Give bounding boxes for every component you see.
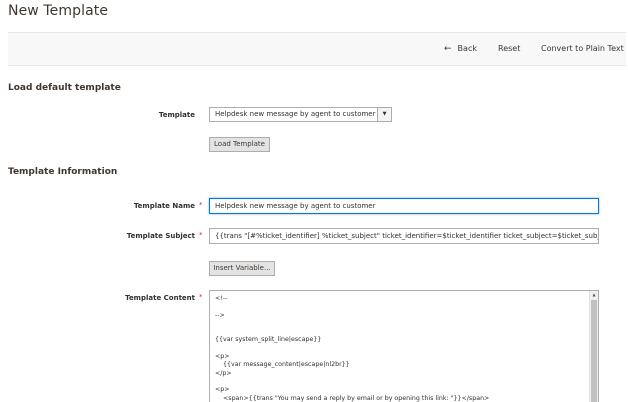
back-button-label: Back bbox=[457, 44, 477, 53]
convert-to-plain-text-button[interactable]: Convert to Plain Text bbox=[541, 44, 624, 53]
insert-variable-button[interactable]: Insert Variable... bbox=[209, 261, 275, 276]
template-select-value: Helpdesk new message by agent to custome… bbox=[215, 110, 376, 118]
back-button[interactable]: ← Back bbox=[444, 44, 477, 54]
reset-button[interactable]: Reset bbox=[498, 44, 520, 53]
template-content-textarea[interactable]: <!-- --> {{var system_split_line|escape}… bbox=[209, 290, 599, 402]
caret-down-icon: ▼ bbox=[377, 108, 391, 121]
required-marker: * bbox=[199, 293, 203, 301]
template-subject-label: Template Subject bbox=[126, 232, 195, 240]
template-label: Template bbox=[158, 111, 195, 119]
template-select[interactable]: Helpdesk new message by agent to custome… bbox=[209, 107, 392, 122]
template-content-label: Template Content bbox=[125, 294, 195, 302]
template-name-input[interactable]: Helpdesk new message by agent to custome… bbox=[209, 198, 599, 214]
template-name-value: Helpdesk new message by agent to custome… bbox=[215, 202, 376, 210]
template-content-value: <!-- --> {{var system_split_line|escape}… bbox=[215, 295, 490, 402]
template-subject-input[interactable]: {{trans "[#%ticket_identifier] %ticket_s… bbox=[209, 228, 599, 244]
load-default-template-title: Load default template bbox=[8, 83, 121, 93]
page-title: New Template bbox=[8, 3, 109, 19]
arrow-left-icon: ← bbox=[444, 44, 452, 54]
template-name-label: Template Name bbox=[133, 202, 195, 210]
scroll-thumb[interactable] bbox=[591, 300, 597, 402]
required-marker: * bbox=[199, 231, 203, 239]
scroll-up-arrow-icon[interactable]: ▲ bbox=[590, 292, 598, 297]
page-actions-bar: ← Back Reset Convert to Plain Text bbox=[8, 32, 626, 66]
textarea-scrollbar[interactable]: ▲ bbox=[589, 291, 598, 402]
load-template-button[interactable]: Load Template bbox=[209, 137, 270, 152]
required-marker: * bbox=[199, 201, 203, 209]
template-information-title: Template Information bbox=[8, 167, 118, 177]
template-subject-value: {{trans "[#%ticket_identifier] %ticket_s… bbox=[215, 232, 599, 240]
